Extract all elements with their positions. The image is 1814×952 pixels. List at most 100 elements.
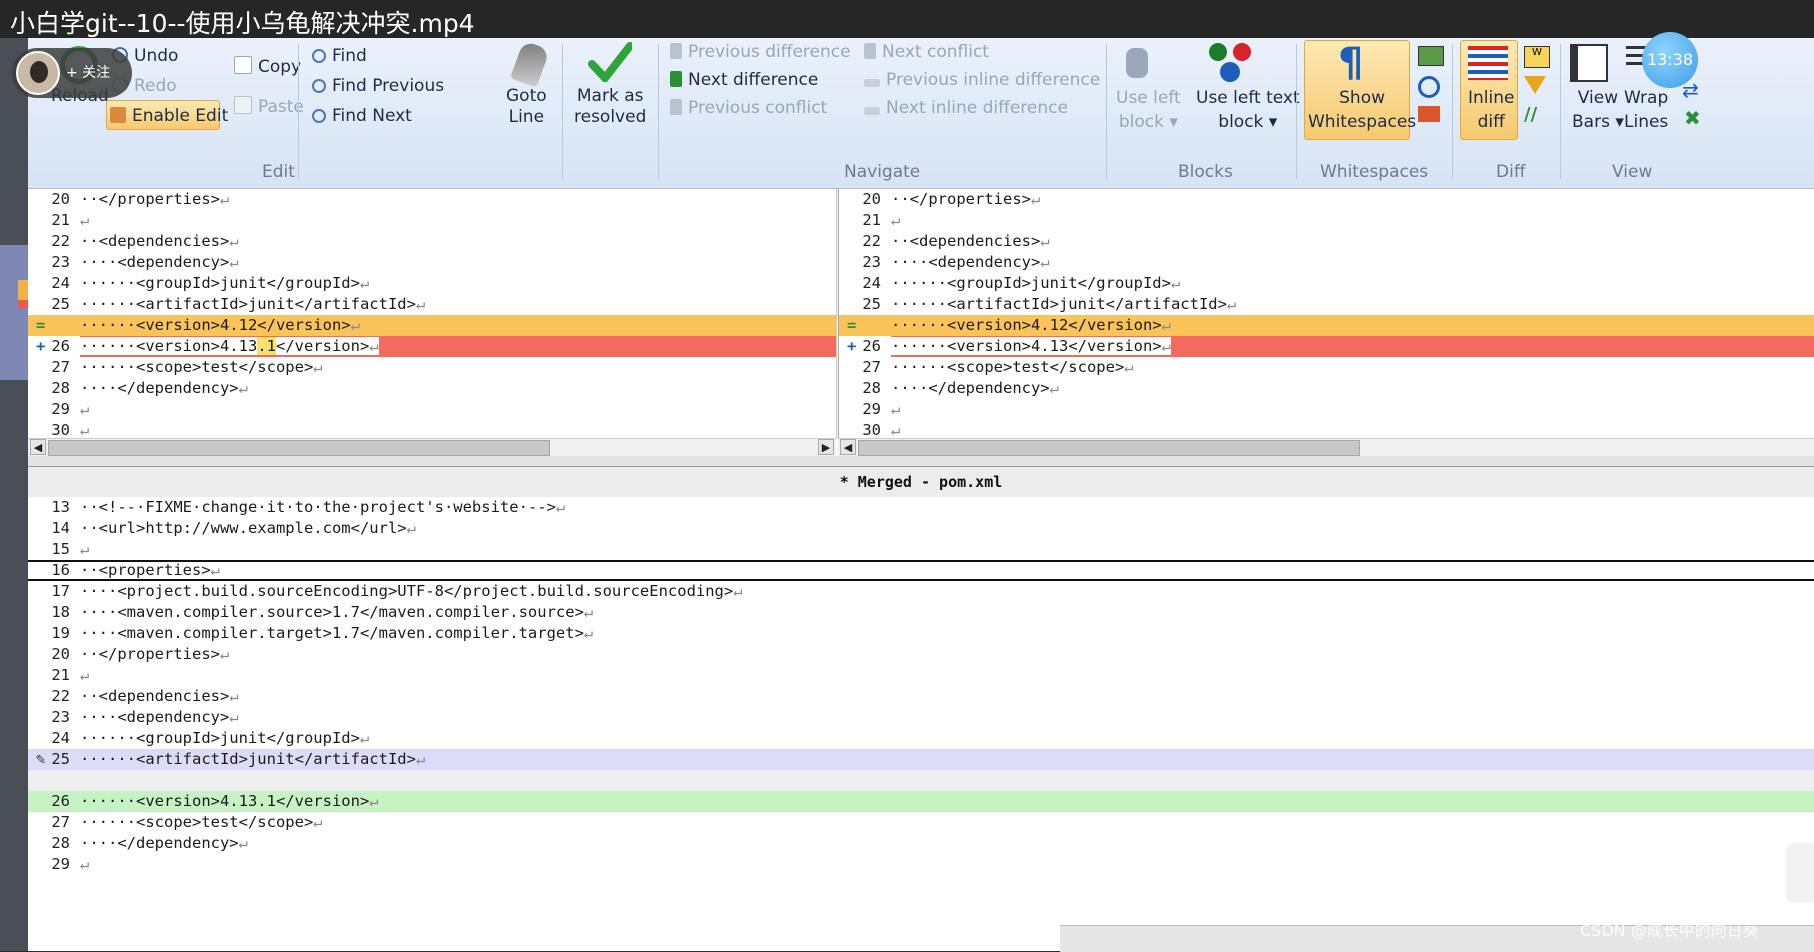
location-bar-diff-marker — [18, 300, 28, 308]
code-line[interactable]: 13 ··<!--·FIXME·change·it·to·the·project'… — [28, 497, 1814, 518]
line-number: 19 — [51, 624, 70, 642]
line-content: ··<dependencies> — [80, 687, 230, 705]
eol-icon: ↵ — [406, 519, 416, 537]
code-line[interactable]: 22 ··<dependencies>↵ — [28, 686, 1814, 707]
location-bar-conflict-marker — [18, 280, 28, 302]
code-line[interactable]: 25 ······<artifactId>junit</artifactId>↵ — [28, 294, 836, 315]
code-line[interactable]: = ······<version>4.12</version>↵ — [839, 315, 1814, 336]
code-line[interactable] — [28, 770, 1814, 791]
eol-icon: ↵ — [415, 295, 426, 313]
show-whitespaces-button[interactable]: Show Whitespaces — [1308, 86, 1416, 134]
code-line[interactable]: = ······<version>4.12</version>↵ — [28, 315, 836, 336]
eol-icon: ↵ — [80, 421, 90, 438]
line-text: ······<version>4.13.1</version>↵ — [80, 791, 1814, 812]
inline-diff-button[interactable]: Inline diff — [1468, 86, 1514, 134]
mark-as-resolved-button[interactable]: Mark as resolved — [574, 86, 646, 128]
line-content: ····<maven.compiler.target>1.7</maven.co… — [80, 624, 584, 642]
clock-badge: 13:38 — [1642, 32, 1698, 88]
right-hscroll-thumb[interactable] — [858, 440, 1360, 456]
code-line[interactable]: 20 ··</properties>↵ — [28, 644, 1814, 665]
line-content: ····</dependency> — [80, 379, 239, 397]
code-line[interactable]: 29 ↵ — [28, 854, 1814, 875]
code-line[interactable]: 21 ↵ — [28, 210, 836, 231]
find-previous-button[interactable]: Find Previous — [312, 76, 444, 96]
code-line[interactable]: 28 ····</dependency>↵ — [28, 833, 1814, 854]
use-left-text-block-button[interactable]: Use left text block ▾ — [1196, 86, 1300, 134]
paste-button[interactable]: Paste — [234, 96, 304, 117]
code-line[interactable]: 24 ······<groupId>junit</groupId>↵ — [839, 273, 1814, 294]
find-next-button[interactable]: Find Next — [312, 106, 412, 126]
previous-conflict-button[interactable]: Previous conflict — [670, 98, 827, 118]
code-line[interactable]: 28 ····</dependency>↵ — [839, 378, 1814, 399]
copy-button[interactable]: Copy — [234, 56, 301, 77]
code-line[interactable]: 15 ↵ — [28, 539, 1814, 560]
code-line[interactable]: 16 ··<properties>↵ — [28, 560, 1814, 581]
separator — [298, 44, 299, 179]
line-content: ······<scope>test</scope> — [891, 358, 1125, 376]
right-pane[interactable]: 20 ··</properties>↵ 21 ↵ 22 ··<dependencies>↵… — [838, 189, 1814, 438]
code-line[interactable]: 23 ····<dependency>↵ — [28, 707, 1814, 728]
code-line[interactable]: 25 ✎ ······<artifactId>junit</artifactId>↵ — [28, 749, 1814, 770]
code-line[interactable]: 21 ↵ — [28, 665, 1814, 686]
whitespace-option-icon — [1418, 106, 1440, 122]
code-line[interactable]: 30 ↵ — [839, 420, 1814, 438]
search-previous-icon — [312, 79, 326, 93]
eol-icon: ↵ — [1161, 337, 1171, 355]
line-text: ··<dependencies>↵ — [80, 231, 836, 252]
code-line[interactable]: 21 ↵ — [839, 210, 1814, 231]
line-text-same: </version> — [275, 337, 370, 355]
code-line[interactable]: 18 ····<maven.compiler.source>1.7</maven.… — [28, 602, 1814, 623]
code-line[interactable]: 27 ······<scope>test</scope>↵ — [839, 357, 1814, 378]
avatar[interactable] — [16, 51, 60, 95]
code-line[interactable]: 23 ····<dependency>↵ — [28, 252, 836, 273]
previous-difference-button[interactable]: Previous difference — [670, 42, 851, 62]
code-line[interactable]: 28 ····</dependency>↵ — [28, 378, 836, 399]
view-bars-icon — [1570, 44, 1608, 82]
merged-pane[interactable]: 13 ··<!--·FIXME·change·it·to·the·project'… — [28, 497, 1814, 951]
pane-splitter[interactable] — [28, 456, 1814, 466]
code-line[interactable]: 29 ↵ — [839, 399, 1814, 420]
next-difference-button[interactable]: Next difference — [670, 70, 818, 90]
enable-edit-button[interactable]: Enable Edit — [110, 106, 228, 126]
code-line[interactable]: 17 ····<project.build.sourceEncoding>UTF-… — [28, 581, 1814, 602]
wrap-lines-button[interactable]: Wrap Lines — [1624, 86, 1668, 134]
location-bar[interactable] — [0, 245, 28, 380]
code-line[interactable]: 27 ······<scope>test</scope>↵ — [28, 812, 1814, 833]
line-number: 28 — [862, 379, 881, 397]
code-line[interactable]: 26 ······<version>4.13.1</version>↵ — [28, 791, 1814, 812]
line-number: 30 — [862, 421, 881, 438]
code-line[interactable]: 22 ··<dependencies>↵ — [839, 231, 1814, 252]
use-left-block-button[interactable]: Use left block ▾ — [1116, 86, 1181, 134]
code-line[interactable]: 24 ······<groupId>junit</groupId>↵ — [28, 273, 836, 294]
side-handle[interactable] — [1786, 843, 1814, 903]
next-inline-difference-button[interactable]: Next inline difference — [864, 98, 1068, 118]
left-hscroll-thumb[interactable] — [48, 440, 550, 456]
code-line[interactable]: 26 + ······<version>4.13.1</version>↵ — [28, 336, 836, 357]
code-line[interactable]: 14 ··<url>http://www.example.com</url>↵ — [28, 518, 1814, 539]
arrow-up-icon — [670, 43, 682, 59]
left-scroll-left-arrow[interactable]: ◀ — [30, 439, 46, 455]
code-line[interactable]: 23 ····<dependency>↵ — [839, 252, 1814, 273]
code-line[interactable]: 27 ······<scope>test</scope>↵ — [28, 357, 836, 378]
code-line[interactable]: 20 ··</properties>↵ — [28, 189, 836, 210]
code-line[interactable]: 19 ····<maven.compiler.target>1.7</maven.… — [28, 623, 1814, 644]
eol-icon: ↵ — [313, 813, 323, 831]
next-conflict-button[interactable]: Next conflict — [864, 42, 989, 62]
code-line[interactable]: 20 ··</properties>↵ — [839, 189, 1814, 210]
follow-label[interactable]: + 关注 — [66, 62, 110, 82]
find-button[interactable]: Find — [312, 46, 367, 66]
left-scroll-right-arrow[interactable]: ▶ — [818, 439, 834, 455]
left-pane[interactable]: 20 ··</properties>↵ 21 ↵ 22 ··<dependencies>↵… — [28, 189, 836, 438]
view-bars-button[interactable]: View Bars ▾ — [1572, 86, 1624, 134]
code-line[interactable]: 24 ······<groupId>junit</groupId>↵ — [28, 728, 1814, 749]
code-line[interactable]: 29 ↵ — [28, 399, 836, 420]
merged-pane-title: * Merged - pom.xml — [28, 466, 1814, 498]
code-line[interactable]: 26 + ······<version>4.13</version>↵ — [839, 336, 1814, 357]
code-line[interactable]: 30 ↵ — [28, 420, 836, 438]
goto-line-button[interactable]: Goto Line — [506, 86, 547, 128]
line-number: 30 — [51, 421, 70, 438]
code-line[interactable]: 22 ··<dependencies>↵ — [28, 231, 836, 252]
right-scroll-left-arrow[interactable]: ◀ — [840, 439, 856, 455]
code-line[interactable]: 25 ······<artifactId>junit</artifactId>↵ — [839, 294, 1814, 315]
previous-inline-difference-button[interactable]: Previous inline difference — [864, 70, 1100, 90]
